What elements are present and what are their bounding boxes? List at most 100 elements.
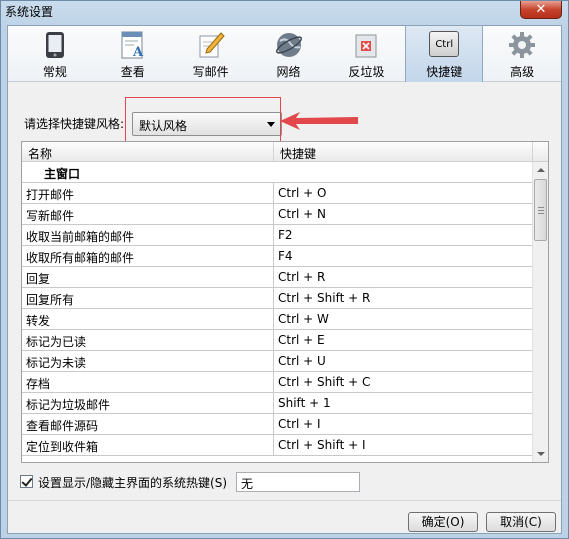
cell-shortcut[interactable]: Ctrl + U [278, 354, 326, 368]
column-header-shortcut[interactable]: 快捷键 [280, 145, 316, 162]
table-row[interactable]: 查看邮件源码 Ctrl + I [22, 414, 532, 435]
cell-name: 写新邮件 [26, 209, 75, 223]
cell-shortcut[interactable]: Ctrl + Shift + R [278, 291, 370, 305]
close-button[interactable]: ✕ [520, 1, 562, 19]
cell-name: 标记为垃圾邮件 [26, 398, 111, 412]
cell-shortcut[interactable]: F4 [278, 249, 293, 263]
pencil-icon [196, 31, 226, 59]
cell-shortcut[interactable]: F2 [278, 228, 293, 242]
cell-divider [273, 309, 274, 330]
cell-divider [273, 393, 274, 414]
scroll-up-icon[interactable] [533, 162, 548, 178]
cell-shortcut[interactable]: Ctrl + E [278, 333, 325, 347]
cell-shortcut[interactable]: Ctrl + N [278, 207, 326, 221]
ctrl-key-icon: Ctrl [429, 31, 460, 57]
category-toolbar: 常规 A 查看 写邮件 网络 反垃圾 Ctrl 快捷键 高级 [8, 26, 561, 82]
cell-name: 回复所有 [26, 293, 75, 307]
table-row[interactable]: 回复 Ctrl + R [22, 267, 532, 288]
table-section-row[interactable]: 主窗口 [22, 162, 532, 183]
cell-name: 存档 [26, 377, 51, 391]
cell-divider [273, 183, 274, 204]
style-label: 请选择快捷键风格: [24, 117, 125, 131]
table-row[interactable]: 收取所有邮箱的邮件 F4 [22, 246, 532, 267]
cell-shortcut[interactable]: Shift + 1 [278, 396, 331, 410]
ctrl-key-text: Ctrl [435, 38, 454, 50]
ok-button[interactable]: 确定(O) [408, 512, 478, 532]
cell-shortcut[interactable]: Ctrl + O [278, 186, 326, 200]
tab-general[interactable]: 常规 [16, 26, 94, 82]
tab-advanced[interactable]: 高级 [483, 26, 561, 82]
tab-label: 高级 [510, 65, 535, 79]
hotkey-label[interactable]: 设置显示/隐藏主界面的系统热键(S) [38, 474, 227, 491]
tab-view[interactable]: A 查看 [94, 26, 172, 82]
tab-label: 常规 [42, 65, 67, 79]
tab-label: 写邮件 [192, 65, 229, 79]
scrollbar-thumb[interactable] [534, 179, 547, 241]
table-row[interactable]: 标记为未读 Ctrl + U [22, 351, 532, 372]
cell-divider [273, 435, 274, 456]
gear-icon [507, 31, 537, 59]
phone-icon [40, 31, 70, 59]
tab-label: 网络 [276, 65, 301, 79]
cell-divider [273, 372, 274, 393]
title-bar: 系统设置 ✕ [1, 1, 568, 23]
grip-line [538, 210, 544, 211]
window-title: 系统设置 [5, 5, 54, 19]
tab-shortcuts[interactable]: Ctrl 快捷键 [405, 26, 484, 82]
globe-icon [274, 31, 304, 59]
table-row[interactable]: 存档 Ctrl + Shift + C [22, 372, 532, 393]
shortcut-table: 名称 快捷键 主窗口 打开邮件 Ctrl + O 写新邮件 Ctrl + N 收取当… [21, 141, 549, 463]
tab-label: 快捷键 [426, 65, 463, 79]
trash-icon [351, 31, 381, 59]
table-row[interactable]: 标记为已读 Ctrl + E [22, 330, 532, 351]
column-divider[interactable] [273, 142, 274, 162]
table-row[interactable]: 转发 Ctrl + W [22, 309, 532, 330]
table-row[interactable]: 回复所有 Ctrl + Shift + R [22, 288, 532, 309]
cell-name: 标记为已读 [26, 335, 87, 349]
cell-name: 查看邮件源码 [26, 419, 99, 433]
cancel-button[interactable]: 取消(C) [486, 512, 556, 532]
column-divider[interactable] [532, 142, 533, 162]
table-row[interactable]: 标记为垃圾邮件 Shift + 1 [22, 393, 532, 414]
table-body: 主窗口 打开邮件 Ctrl + O 写新邮件 Ctrl + N 收取当前邮箱的邮件 F… [22, 162, 532, 462]
document-view-icon: A [118, 31, 148, 59]
table-row[interactable]: 定位到收件箱 Ctrl + Shift + I [22, 435, 532, 456]
cell-divider [273, 414, 274, 435]
tab-antispam[interactable]: 反垃圾 [327, 26, 405, 82]
system-hotkey-row: 设置显示/隐藏主界面的系统热键(S) 无 [20, 472, 360, 492]
scroll-down-icon[interactable] [533, 446, 548, 462]
cell-divider [273, 225, 274, 246]
cell-name: 收取当前邮箱的邮件 [26, 230, 135, 244]
cell-divider [273, 330, 274, 351]
cell-shortcut[interactable]: Ctrl + Shift + C [278, 375, 370, 389]
table-row[interactable]: 收取当前邮箱的邮件 F2 [22, 225, 532, 246]
footer-divider [8, 500, 561, 501]
cell-divider [273, 204, 274, 225]
tab-compose[interactable]: 写邮件 [172, 26, 250, 82]
grip-line [538, 207, 544, 208]
svg-text:A: A [132, 45, 144, 59]
cell-name: 标记为未读 [26, 356, 87, 370]
cell-divider [273, 267, 274, 288]
cell-name: 收取所有邮箱的邮件 [26, 251, 135, 265]
tab-label: 查看 [120, 65, 145, 79]
client-area: 常规 A 查看 写邮件 网络 反垃圾 Ctrl 快捷键 高级 请选择快捷键风格:… [7, 25, 562, 534]
hotkey-input[interactable]: 无 [236, 472, 360, 492]
cell-divider [273, 246, 274, 267]
annotation-arrow-icon [280, 112, 358, 130]
cell-shortcut[interactable]: Ctrl + R [278, 270, 325, 284]
cell-shortcut[interactable]: Ctrl + Shift + I [278, 438, 366, 452]
table-row[interactable]: 打开邮件 Ctrl + O [22, 183, 532, 204]
table-scrollbar[interactable] [532, 162, 548, 462]
column-header-name[interactable]: 名称 [28, 145, 52, 162]
cell-shortcut[interactable]: Ctrl + W [278, 312, 329, 326]
cell-name: 回复 [26, 272, 51, 286]
section-title: 主窗口 [44, 167, 81, 181]
hotkey-checkbox[interactable] [20, 475, 33, 488]
table-row[interactable]: 写新邮件 Ctrl + N [22, 204, 532, 225]
cell-shortcut[interactable]: Ctrl + I [278, 417, 321, 431]
cell-name: 转发 [26, 314, 51, 328]
settings-window: 系统设置 ✕ 常规 A 查看 写邮件 网络 反垃圾 Ctrl 快捷键 高级 请选… [0, 0, 569, 539]
cell-divider [273, 351, 274, 372]
tab-network[interactable]: 网络 [250, 26, 328, 82]
